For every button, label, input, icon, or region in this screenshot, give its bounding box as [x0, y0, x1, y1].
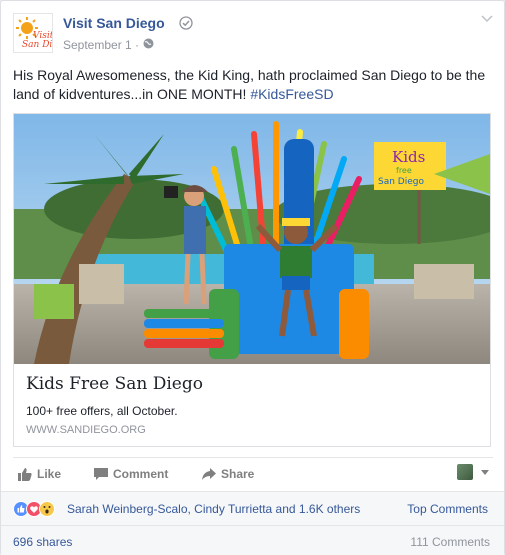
shares-count[interactable]: 696 shares [13, 535, 72, 549]
comment-label: Comment [113, 467, 169, 481]
link-title[interactable]: Kids Free San Diego [26, 374, 203, 394]
engagement-footer: 696 shares 111 Comments [1, 525, 504, 555]
kid-king-photo: Kids free San Diego [14, 114, 490, 364]
verified-check-icon [179, 16, 193, 30]
wow-reaction-icon [39, 501, 55, 517]
link-description: 100+ free offers, all October. [26, 404, 178, 418]
page-name-link[interactable]: Visit San Diego [63, 15, 165, 31]
sun-logo-icon: Visit San Diego [16, 17, 69, 50]
logo-text: San Diego [22, 40, 52, 50]
link-preview-image[interactable]: Kids free San Diego [14, 114, 490, 364]
sign-free-text: free [396, 166, 412, 175]
reaction-icons[interactable] [13, 501, 61, 517]
link-preview[interactable]: Kids free San Diego Kids Free San Diego … [13, 113, 491, 447]
share-label: Share [221, 467, 255, 481]
share-arrow-icon [202, 468, 216, 480]
post-header: Visit San Diego Visit San Diego Septembe… [13, 13, 493, 57]
post-message: His Royal Awesomeness, the Kid King, hat… [13, 66, 495, 104]
action-bar: Like Comment Share [13, 457, 493, 489]
top-comments-dropdown[interactable]: Top Comments [407, 502, 488, 516]
sign-sandiego-text: San Diego [378, 177, 424, 187]
post-card: Visit San Diego Visit San Diego Septembe… [0, 0, 505, 555]
sign-kids-text: Kids [392, 148, 425, 166]
caret-down-icon[interactable] [481, 470, 489, 475]
reactions-bar: Sarah Weinberg-Scalo, Cindy Turrietta an… [1, 491, 504, 525]
globe-icon [143, 38, 154, 49]
avatar[interactable] [457, 464, 473, 480]
post-timestamp[interactable]: September 1 · [63, 38, 139, 52]
hashtag-link[interactable]: #KidsFreeSD [250, 86, 333, 102]
comment-icon [94, 468, 108, 480]
comments-count[interactable]: 111 Comments [410, 535, 490, 549]
link-domain: WWW.SANDIEGO.ORG [26, 424, 146, 436]
chevron-down-icon[interactable] [481, 15, 493, 23]
reactor-names[interactable]: Sarah Weinberg-Scalo, Cindy Turrietta an… [67, 502, 360, 516]
thumbs-up-icon [18, 468, 32, 481]
page-logo[interactable]: Visit San Diego [13, 13, 69, 53]
like-label: Like [37, 467, 62, 481]
